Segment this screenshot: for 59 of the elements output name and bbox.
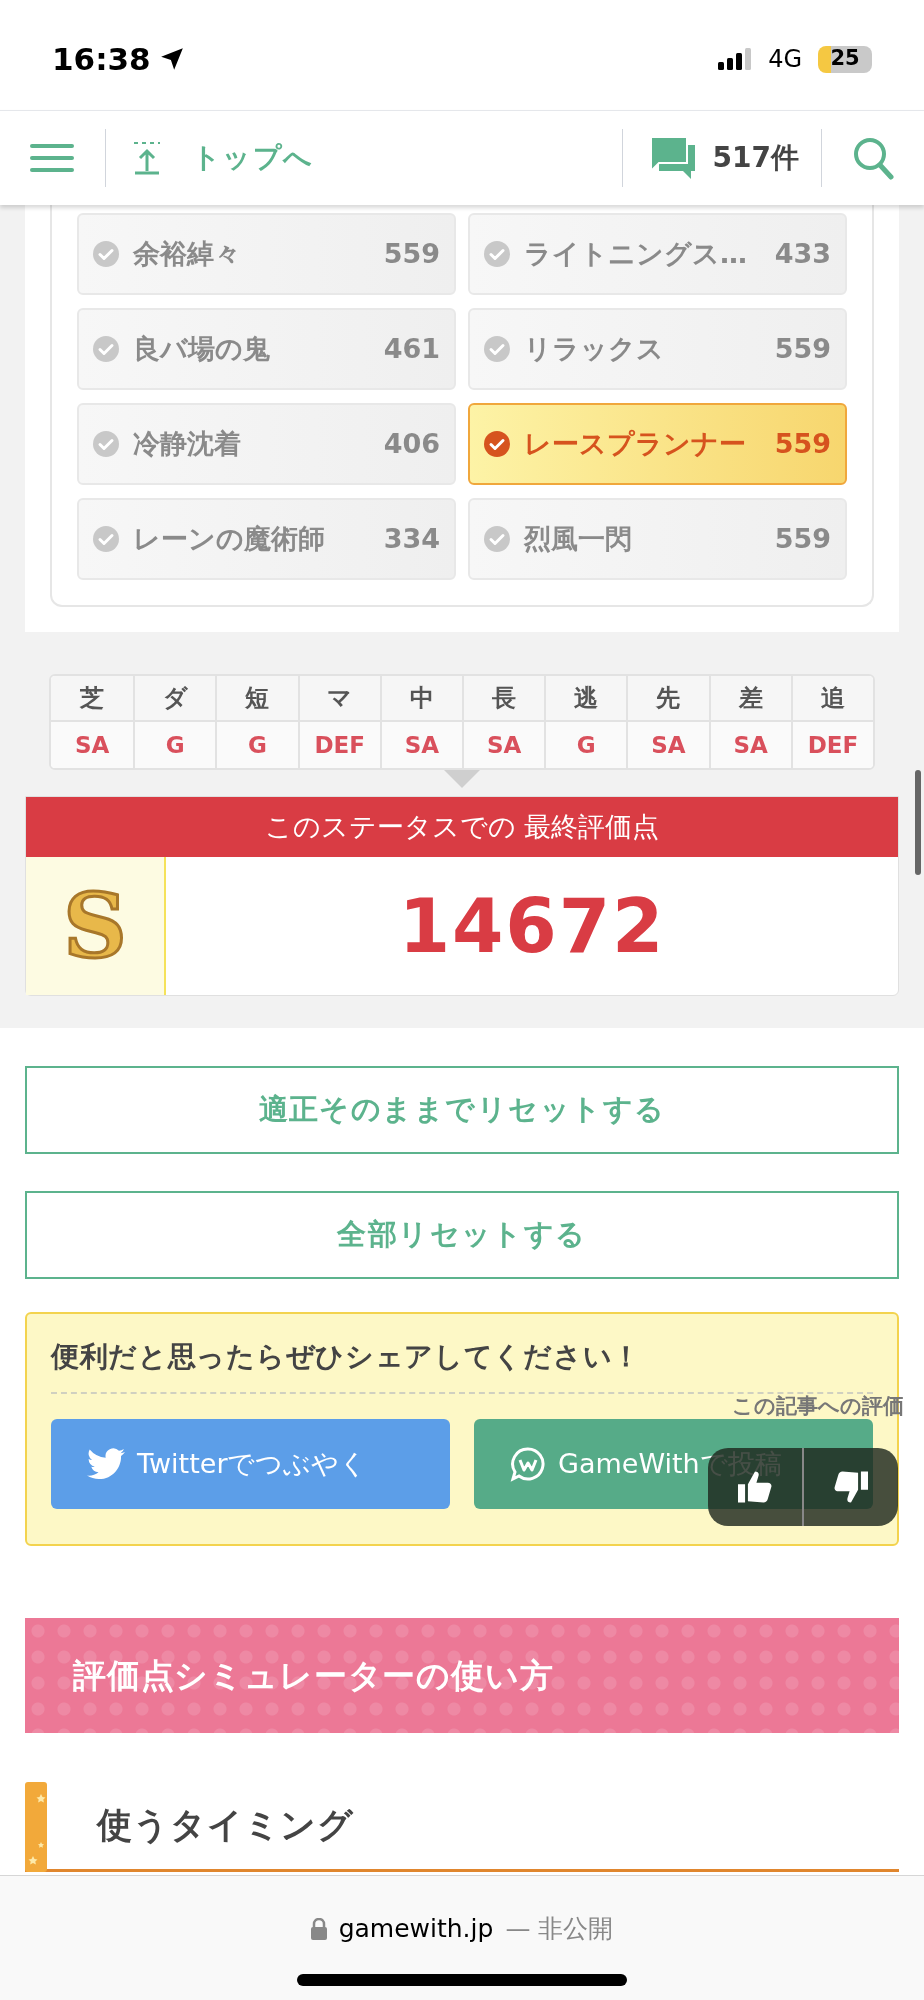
table-header-cell: 逃 — [544, 676, 627, 722]
skill-toggle[interactable]: 冷静沈着 406 — [77, 403, 456, 485]
table-header-cell: 短 — [215, 676, 298, 722]
table-header-cell: ダ — [133, 676, 216, 722]
score-title: このステータスでの 最終評価点 — [26, 797, 898, 857]
lock-icon — [310, 1917, 327, 1940]
top-link[interactable]: トップへ — [132, 137, 314, 179]
score-value: 14672 — [398, 881, 666, 971]
sub-heading: 使うタイミング — [97, 1804, 355, 1848]
table-cell: SA — [462, 722, 545, 768]
check-icon — [484, 241, 510, 267]
share-button[interactable]: Twitterでつぶやく — [51, 1419, 450, 1509]
skill-toggle[interactable]: 余裕綽々 559 — [77, 213, 456, 295]
skill-toggle[interactable]: レーンの魔術師 334 — [77, 498, 456, 580]
table-cell: G — [133, 722, 216, 768]
table-header-cell: 芝 — [51, 676, 134, 722]
table-header-cell: 長 — [462, 676, 545, 722]
table-cell: G — [544, 722, 627, 768]
table-cell: DEF — [790, 722, 873, 768]
check-icon — [93, 336, 119, 362]
clock-time: 16:38 — [52, 39, 151, 79]
check-icon — [93, 431, 119, 457]
skill-toggle[interactable]: レースプランナー 559 — [468, 403, 847, 485]
table-header-cell: 先 — [626, 676, 709, 722]
bird-icon — [87, 1448, 125, 1480]
reset-button[interactable]: 適正そのままでリセットする — [25, 1066, 899, 1154]
table-cell: SA — [626, 722, 709, 768]
check-icon — [93, 526, 119, 552]
upload-arrow-icon — [132, 141, 162, 175]
skill-toggle[interactable]: リラックス 559 — [468, 308, 847, 390]
pointer-triangle-icon — [444, 770, 480, 788]
section-heading: 評価点シミュレーターの使い方 — [25, 1618, 899, 1733]
star-bar-icon — [25, 1782, 47, 1872]
table-header-cell: マ — [297, 676, 380, 722]
menu-icon[interactable] — [30, 143, 74, 173]
check-icon — [93, 241, 119, 267]
skill-toggle[interactable]: 良バ場の鬼 461 — [77, 308, 456, 390]
table-header-cell: 差 — [708, 676, 791, 722]
url-domain[interactable]: gamewith.jp — [338, 1910, 494, 1948]
table-cell: G — [215, 722, 298, 768]
table-cell: DEF — [297, 722, 380, 768]
table-header-cell: 追 — [790, 676, 873, 722]
battery-level: 25 — [818, 45, 872, 73]
check-icon — [484, 526, 510, 552]
skill-toggle[interactable]: 烈風一閃 559 — [468, 498, 847, 580]
search-icon[interactable] — [852, 136, 894, 180]
share-title: 便利だと思ったらぜひシェアしてください！ — [51, 1339, 642, 1375]
check-icon — [484, 336, 510, 362]
skill-toggle[interactable]: ライトニングス… 433 — [468, 213, 847, 295]
table-header-cell: 中 — [379, 676, 462, 722]
table-cell: SA — [51, 722, 134, 768]
table-cell: SA — [708, 722, 791, 768]
network-label: 4G — [768, 44, 802, 75]
table-cell: SA — [379, 722, 462, 768]
check-icon — [484, 431, 510, 457]
url-status: — 非公開 — [505, 1913, 614, 1945]
reset-button[interactable]: 全部リセットする — [25, 1191, 899, 1279]
comment-count[interactable]: 517件 — [712, 137, 799, 179]
rank-letter: S — [63, 882, 127, 970]
